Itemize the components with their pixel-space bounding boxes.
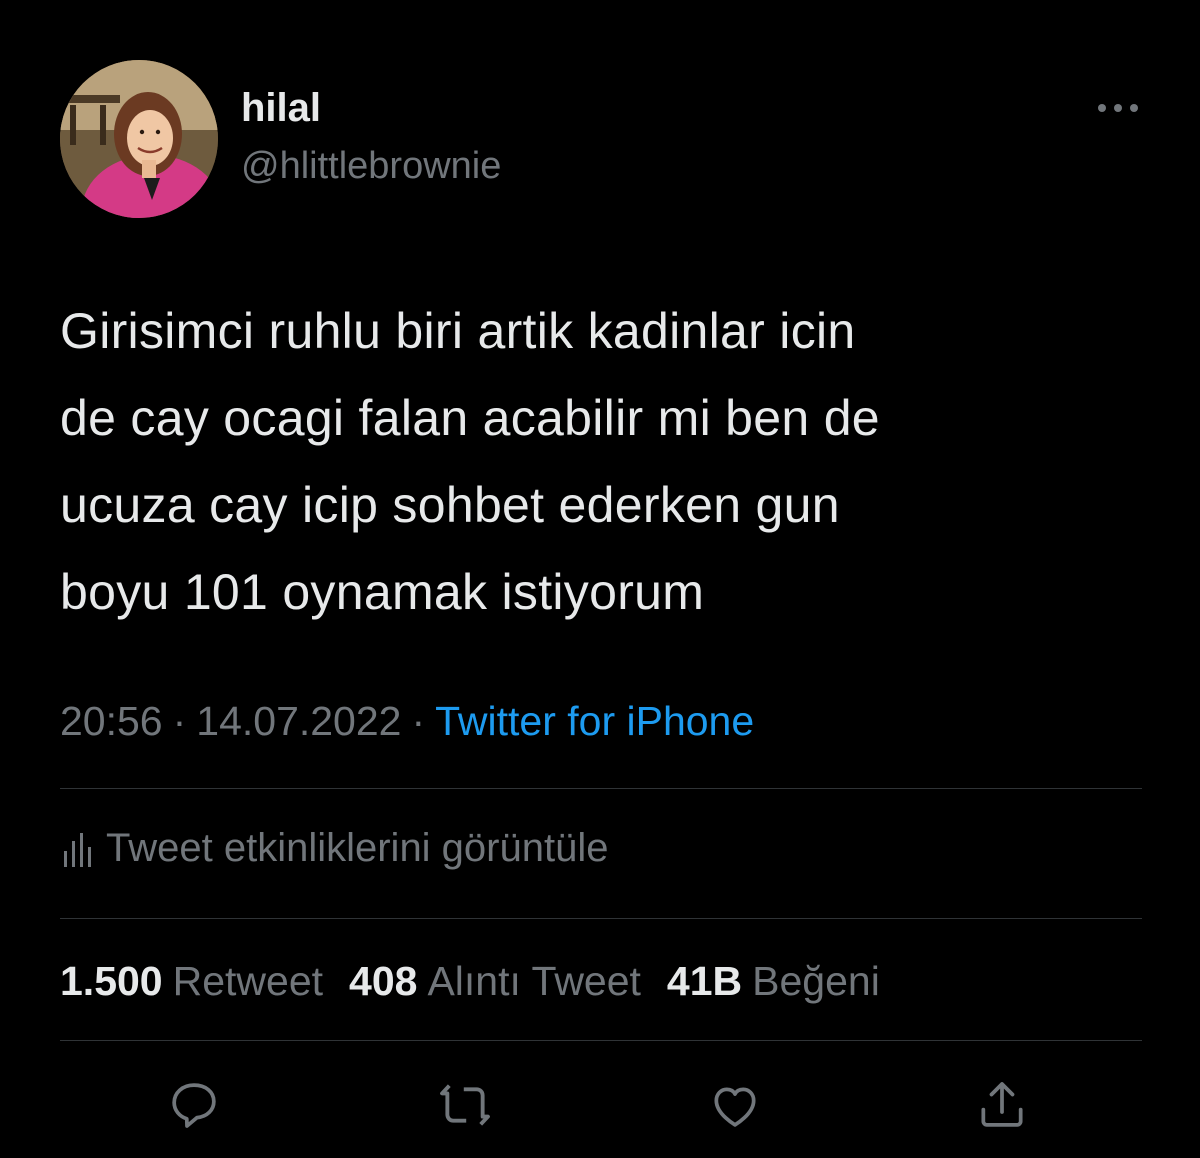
like-icon xyxy=(714,1087,756,1127)
tweet-text: Girisimci ruhlu biri artik kadinlar icin… xyxy=(60,288,1150,636)
tweet-actions xyxy=(0,1072,1200,1142)
likes-label: Beğeni xyxy=(752,958,880,1004)
retweet-icon xyxy=(440,1084,490,1126)
divider xyxy=(60,1040,1142,1041)
tweet-text-line: boyu 101 oynamak istiyorum xyxy=(60,564,705,620)
retweets-label: Retweet xyxy=(172,958,324,1004)
divider xyxy=(60,918,1142,919)
reply-icon xyxy=(172,1083,216,1128)
retweet-button[interactable] xyxy=(432,1072,498,1138)
meta-separator: · xyxy=(411,698,426,744)
tweet-text-line: Girisimci ruhlu biri artik kadinlar icin xyxy=(60,303,856,359)
more-options-button[interactable] xyxy=(1090,88,1146,128)
share-icon xyxy=(981,1082,1023,1127)
tweet-analytics-link[interactable]: Tweet etkinliklerini görüntüle xyxy=(62,826,608,871)
divider xyxy=(60,788,1142,789)
tweet-meta: 20:56 · 14.07.2022 · Twitter for iPhone xyxy=(60,698,754,745)
analytics-label: Tweet etkinliklerini görüntüle xyxy=(106,826,609,870)
tweet-detail: hilal @hlittlebrownie Girisimci ruhlu bi… xyxy=(0,0,1200,1158)
tweet-date[interactable]: 14.07.2022 xyxy=(196,698,401,744)
bar-chart-icon xyxy=(64,832,91,867)
tweet-stats: 1.500 Retweet 408 Alıntı Tweet 41B Beğeni xyxy=(60,958,906,1005)
more-icon xyxy=(1098,104,1138,112)
user-handle[interactable]: @hlittlebrownie xyxy=(241,145,501,188)
quotes-label: Alıntı Tweet xyxy=(427,958,641,1004)
tweet-time[interactable]: 20:56 xyxy=(60,698,163,744)
quotes-count-link[interactable]: 408 Alıntı Tweet xyxy=(349,958,667,1004)
likes-count-link[interactable]: 41B Beğeni xyxy=(667,958,906,1004)
retweets-count: 1.500 xyxy=(60,958,163,1004)
tweet-text-line: de cay ocagi falan acabilir mi ben de xyxy=(60,390,880,446)
tweet-source-link[interactable]: Twitter for iPhone xyxy=(435,698,754,744)
share-button[interactable] xyxy=(969,1072,1035,1138)
display-name[interactable]: hilal xyxy=(241,86,321,131)
profile-photo-icon xyxy=(60,60,218,218)
like-button[interactable] xyxy=(702,1072,768,1138)
quotes-count: 408 xyxy=(349,958,418,1004)
likes-count: 41B xyxy=(666,958,743,1004)
meta-separator: · xyxy=(172,698,187,744)
retweets-count-link[interactable]: 1.500 Retweet xyxy=(60,958,349,1004)
reply-button[interactable] xyxy=(161,1072,227,1138)
avatar[interactable] xyxy=(60,60,218,218)
tweet-text-line: ucuza cay icip sohbet ederken gun xyxy=(60,477,840,533)
